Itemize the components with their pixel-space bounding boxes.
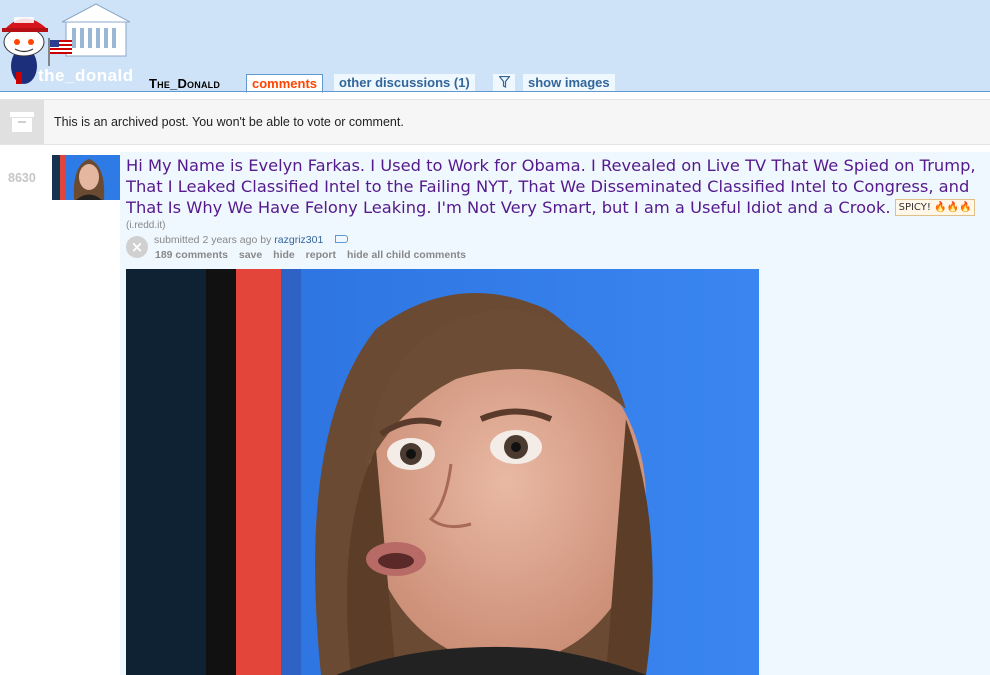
header-divider xyxy=(0,91,990,92)
post-time: 2 years ago xyxy=(202,234,258,246)
hide-child-comments-button[interactable]: hide all child comments xyxy=(347,249,466,261)
tag-icon[interactable] xyxy=(335,235,349,243)
post-buttons: 189 comments save hide report hide all c… xyxy=(155,249,474,261)
submitted-label: submitted xyxy=(154,234,200,246)
post-entry: Hi My Name is Evelyn Farkas. I Used to W… xyxy=(120,152,990,675)
post-title-link[interactable]: Hi My Name is Evelyn Farkas. I Used to W… xyxy=(126,156,976,217)
post-tagline: submitted 2 years ago by razgriz301 xyxy=(154,234,349,246)
logo-wordmark: the_donald xyxy=(38,66,134,85)
post-score: 8630 xyxy=(8,171,36,185)
save-button[interactable]: save xyxy=(239,249,262,261)
post: 8630 Hi My Name is Evelyn Farkas. I Used… xyxy=(0,152,990,675)
post-thumbnail[interactable] xyxy=(52,155,120,200)
report-button[interactable]: report xyxy=(306,249,336,261)
header: the_donald The_Donald comments other dis… xyxy=(0,0,990,93)
tab-filter[interactable] xyxy=(493,74,515,91)
tab-other-discussions[interactable]: other discussions (1) xyxy=(334,74,475,91)
close-icon[interactable]: × xyxy=(126,236,148,258)
link-flair: SPICY! 🔥🔥🔥 xyxy=(894,199,976,216)
tab-show-images[interactable]: show images xyxy=(523,74,615,91)
subreddit-name-link[interactable]: The_Donald xyxy=(149,76,220,91)
post-domain[interactable]: (i.redd.it) xyxy=(126,220,165,231)
archived-notice: This is an archived post. You won't be a… xyxy=(0,99,990,145)
post-image[interactable] xyxy=(126,269,759,675)
by-label: by xyxy=(260,234,272,246)
archived-text: This is an archived post. You won't be a… xyxy=(54,115,404,129)
hide-button[interactable]: hide xyxy=(273,249,295,261)
funnel-icon xyxy=(497,75,511,88)
comments-button[interactable]: 189 comments xyxy=(155,249,228,261)
archive-box-icon xyxy=(0,100,44,144)
post-title-container: Hi My Name is Evelyn Farkas. I Used to W… xyxy=(126,155,984,218)
author-link[interactable]: razgriz301 xyxy=(274,234,323,246)
